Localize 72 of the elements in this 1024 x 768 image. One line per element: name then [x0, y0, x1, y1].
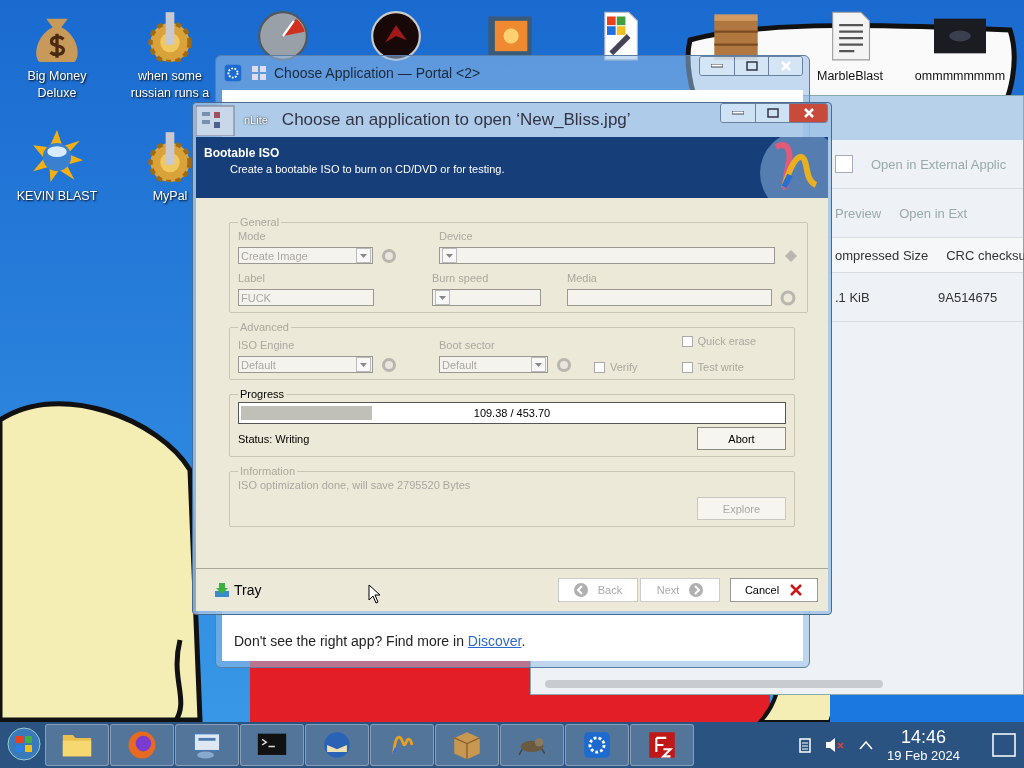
field-label: ISO Engine	[238, 339, 296, 351]
maximize-button[interactable]	[755, 104, 789, 122]
grid-icon[interactable]	[252, 66, 266, 80]
taskbar-button[interactable]	[305, 724, 369, 766]
taskbar-button[interactable]	[175, 724, 239, 766]
sun-icon[interactable]	[31, 130, 83, 182]
page-subtitle: Create a bootable ISO to burn on CD/DVD or for testing.	[229, 163, 505, 175]
field-label: Media	[567, 272, 598, 284]
group-title: Advanced	[239, 321, 290, 333]
field-label: Device	[439, 230, 474, 242]
window-title: Choose Application — Portal <2>	[274, 65, 481, 81]
abort-button[interactable]: Abort	[697, 427, 786, 450]
cancel-button[interactable]: Cancel	[730, 578, 818, 602]
icon-label[interactable]: KEVIN BLAST	[16, 188, 98, 205]
icon-label[interactable]: MyPal	[152, 188, 188, 205]
group-title: Progress	[239, 388, 286, 400]
scrollbar[interactable]	[545, 680, 883, 688]
minimize-icon	[711, 64, 723, 68]
maximize-icon	[766, 108, 779, 118]
minimize-button[interactable]	[721, 104, 755, 122]
app-window-icon[interactable]	[196, 104, 236, 136]
group-title: Information	[239, 465, 297, 477]
field-label: Label	[238, 272, 266, 284]
mouse-cursor-icon	[368, 584, 381, 604]
progress-reading: 109.38 / 453.70	[472, 407, 552, 419]
gauge-icon[interactable]	[257, 10, 309, 62]
close-icon	[802, 107, 815, 119]
maximize-button[interactable]	[734, 57, 768, 75]
chevron-up-icon[interactable]	[859, 740, 873, 750]
field-label: Mode	[238, 230, 267, 242]
column-header[interactable]: ompressed Size	[835, 247, 929, 263]
status-text: Status: Writing	[238, 432, 310, 445]
maximize-icon	[745, 61, 758, 71]
taskbar-button[interactable]	[630, 724, 694, 766]
clipboard-icon[interactable]	[799, 737, 811, 753]
speaker-muted-icon[interactable]	[825, 737, 845, 753]
info-text: ISO optimization done, will save 2795520 Bytes	[238, 479, 472, 491]
media-field[interactable]	[567, 289, 772, 306]
device-dropdown[interactable]	[439, 247, 775, 264]
show-desktop-icon[interactable]	[992, 733, 1016, 757]
clock-time[interactable]: 14:46	[900, 727, 946, 748]
taskbar-button[interactable]	[565, 724, 629, 766]
taskbar-button[interactable]	[240, 724, 304, 766]
burn-speed-dropdown[interactable]	[432, 289, 541, 306]
download-icon	[214, 582, 230, 598]
column-header[interactable]: CRC checksu	[946, 247, 1024, 263]
group-title: General	[239, 216, 281, 228]
table-cell-text: .1 KiB	[835, 289, 871, 305]
close-icon	[779, 60, 792, 72]
window-title: Choose an application to open ‘New_Bliss.jpg’	[281, 110, 631, 130]
taskbar-button[interactable]	[45, 724, 109, 766]
tray-button[interactable]: Tray	[214, 582, 262, 598]
icon-label[interactable]: Big Money Deluxe	[9, 68, 105, 102]
icon-label[interactable]: ommmmmmmm	[914, 68, 1006, 85]
discover-link[interactable]: Discover	[467, 633, 522, 649]
clock-date[interactable]: 19 Feb 2024	[887, 748, 960, 763]
table-cell-text: 9A514675	[938, 289, 999, 305]
field-label: Boot sector	[439, 339, 496, 351]
close-button[interactable]	[789, 104, 827, 122]
disc-icon[interactable]	[370, 10, 422, 62]
close-icon	[789, 583, 804, 597]
minimize-button[interactable]	[700, 57, 734, 75]
discover-hint: Don't see the right app? Find more in Discover.	[234, 633, 527, 649]
minimize-icon	[732, 111, 744, 115]
icon-label[interactable]: when some russian runs a	[122, 68, 218, 102]
page-title: Bootable ISO	[204, 146, 281, 160]
icon-label[interactable]: MarbleBlast	[817, 68, 883, 85]
arrow-right-icon	[689, 583, 704, 597]
close-button[interactable]	[768, 57, 802, 75]
field-label: Burn speed	[432, 272, 490, 284]
arrow-left-icon	[573, 583, 588, 597]
overlay-label: nLite	[244, 114, 268, 126]
